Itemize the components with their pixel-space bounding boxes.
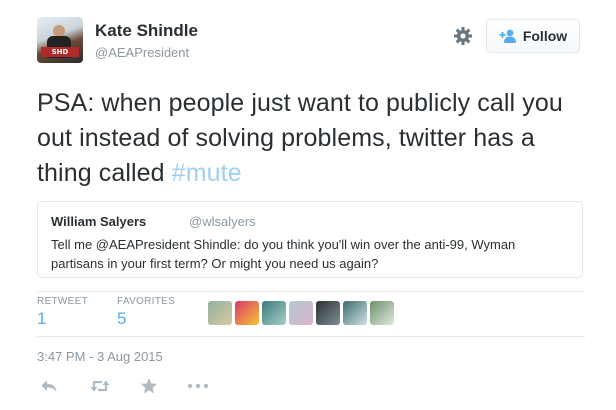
- favoriter-avatar[interactable]: [370, 301, 394, 325]
- favoriter-avatar[interactable]: [289, 301, 313, 325]
- retweets-label: RETWEET: [37, 296, 88, 307]
- quoted-tweet[interactable]: William Salyers @wlsalyers Tell me @AEAP…: [37, 201, 583, 278]
- author-name[interactable]: Kate Shindle: [95, 21, 198, 41]
- tweet-card: SHD Kate Shindle @AEAPresident Follow PS…: [0, 0, 616, 410]
- favoriters-avatar-list: [208, 301, 394, 325]
- favoriter-avatar[interactable]: [235, 301, 259, 325]
- favorites-label: FAVORITES: [117, 296, 176, 307]
- author-handle[interactable]: @AEAPresident: [95, 45, 189, 60]
- tweet-text: PSA: when people just want to publicly c…: [37, 86, 585, 191]
- stats-bottom-divider: [37, 336, 585, 337]
- hashtag-link[interactable]: #mute: [172, 159, 242, 187]
- tweet-body: PSA: when people just want to publicly c…: [37, 89, 563, 187]
- favoriter-avatar[interactable]: [343, 301, 367, 325]
- favoriter-avatar[interactable]: [208, 301, 232, 325]
- person-plus-icon: [499, 29, 517, 43]
- favoriter-avatar[interactable]: [316, 301, 340, 325]
- quoted-tweet-text: Tell me @AEAPresident Shindle: do you th…: [51, 237, 516, 271]
- favoriter-avatar[interactable]: [262, 301, 286, 325]
- follow-button[interactable]: Follow: [486, 19, 580, 53]
- quoted-author-name: William Salyers: [51, 214, 147, 229]
- tweet-timestamp[interactable]: 3:47 PM - 3 Aug 2015: [37, 349, 163, 364]
- follow-button-label: Follow: [522, 28, 568, 44]
- favorite-star-icon[interactable]: [137, 374, 161, 398]
- retweet-icon[interactable]: [88, 374, 112, 398]
- gear-icon[interactable]: [452, 25, 474, 47]
- favorites-count[interactable]: 5: [117, 309, 126, 329]
- retweets-count[interactable]: 1: [37, 309, 46, 329]
- more-icon[interactable]: [186, 374, 210, 398]
- avatar-sign: SHD: [41, 47, 79, 57]
- stats-top-divider: [37, 291, 585, 292]
- author-avatar[interactable]: SHD: [37, 17, 83, 63]
- quoted-author-handle: @wlsalyers: [189, 214, 256, 229]
- reply-icon[interactable]: [37, 374, 61, 398]
